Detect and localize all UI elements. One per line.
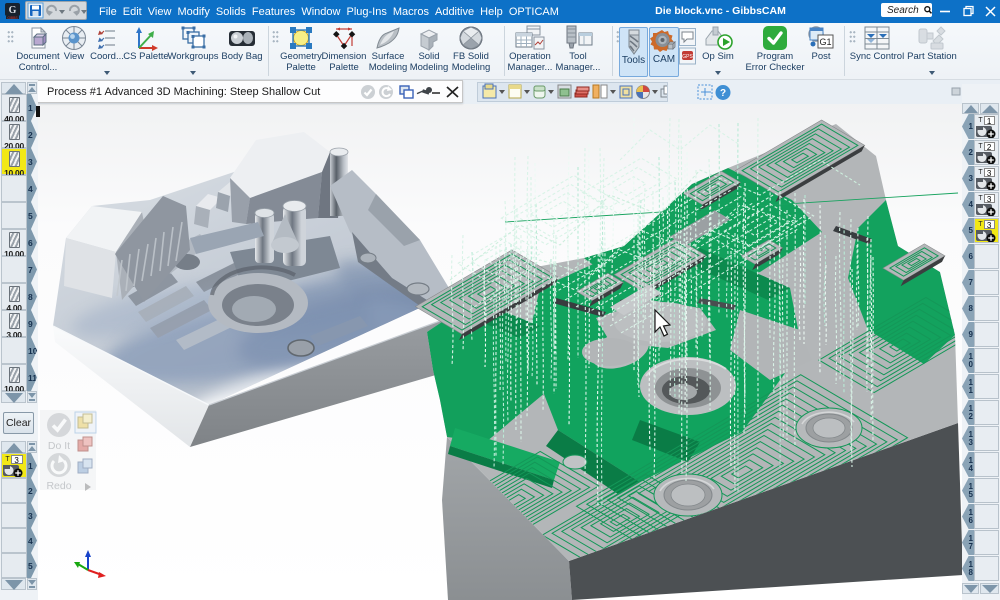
svg-text:GIBBS: GIBBS — [7, 16, 18, 19]
svg-text:G: G — [9, 5, 17, 16]
svg-text:G1: G1 — [819, 37, 831, 47]
svg-text:?: ? — [720, 88, 726, 99]
svg-text:GPS: GPS — [682, 54, 693, 60]
